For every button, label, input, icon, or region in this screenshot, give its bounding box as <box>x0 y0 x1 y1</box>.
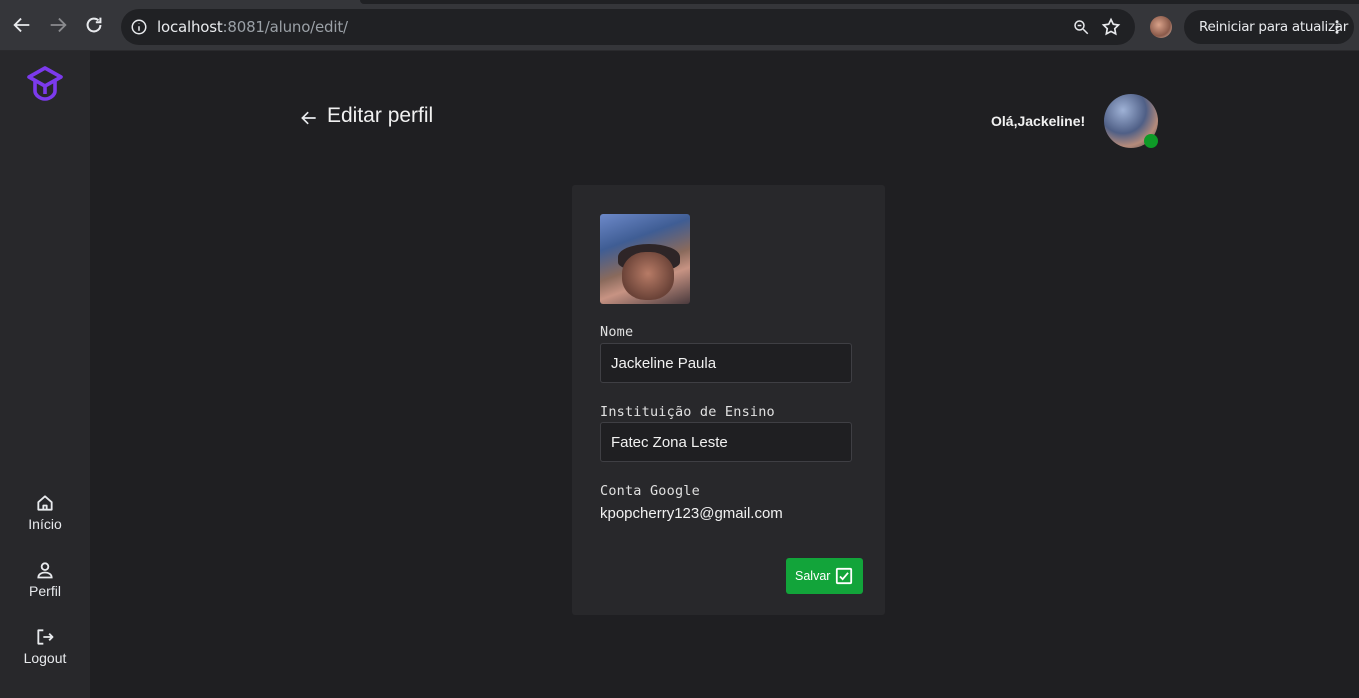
info-icon[interactable] <box>130 18 148 36</box>
name-label: Nome <box>600 324 634 340</box>
save-button[interactable]: Salvar <box>786 558 863 594</box>
checkbox-check-icon <box>835 567 853 585</box>
user-icon <box>37 562 53 579</box>
logout-icon <box>37 629 54 645</box>
zoom-icon[interactable] <box>1072 18 1090 36</box>
tab-strip <box>360 0 1359 4</box>
forward-icon[interactable] <box>47 14 69 36</box>
sidebar-item-label: Logout <box>23 650 67 666</box>
online-status-indicator <box>1144 134 1158 148</box>
browser-profile-avatar[interactable] <box>1150 16 1172 38</box>
google-account-value: kpopcherry123@gmail.com <box>600 505 783 522</box>
sidebar-item-label: Início <box>28 516 62 532</box>
photo-face <box>622 252 674 300</box>
institution-label: Instituição de Ensino <box>600 404 775 420</box>
institution-input[interactable] <box>600 422 852 462</box>
url-host: localhost <box>157 18 223 36</box>
address-bar[interactable]: localhost:8081/aluno/edit/ <box>121 9 1135 45</box>
sidebar-item-inicio[interactable]: Início <box>0 493 90 532</box>
profile-photo[interactable] <box>600 214 690 304</box>
graduation-cap-logo[interactable] <box>26 65 64 103</box>
browser-toolbar: localhost:8081/aluno/edit/ Reiniciar par… <box>0 0 1359 51</box>
update-button-label: Reiniciar para atualizar <box>1199 19 1348 35</box>
sidebar-item-perfil[interactable]: Perfil <box>0 560 90 599</box>
home-icon <box>37 495 53 511</box>
greeting-text: Olá,Jackeline! <box>991 113 1086 129</box>
url-text[interactable]: localhost:8081/aluno/edit/ <box>157 18 348 36</box>
page-title: Editar perfil <box>327 104 434 127</box>
url-path: :8081/aluno/edit/ <box>222 18 349 36</box>
sidebar-item-label: Perfil <box>29 583 61 599</box>
back-icon[interactable] <box>11 14 33 36</box>
star-icon[interactable] <box>1101 17 1121 37</box>
more-icon[interactable] <box>1328 18 1346 36</box>
app-sidebar: Início Perfil Logout <box>0 51 90 698</box>
edit-profile-card: Nome Instituição de Ensino Conta Google … <box>572 185 885 615</box>
back-arrow-icon[interactable] <box>299 108 319 128</box>
reload-icon[interactable] <box>83 14 105 36</box>
update-button[interactable]: Reiniciar para atualizar <box>1184 10 1354 44</box>
save-button-label: Salvar <box>795 569 831 583</box>
sidebar-item-logout[interactable]: Logout <box>0 627 90 666</box>
google-account-label: Conta Google <box>600 483 700 499</box>
name-input[interactable] <box>600 343 852 383</box>
